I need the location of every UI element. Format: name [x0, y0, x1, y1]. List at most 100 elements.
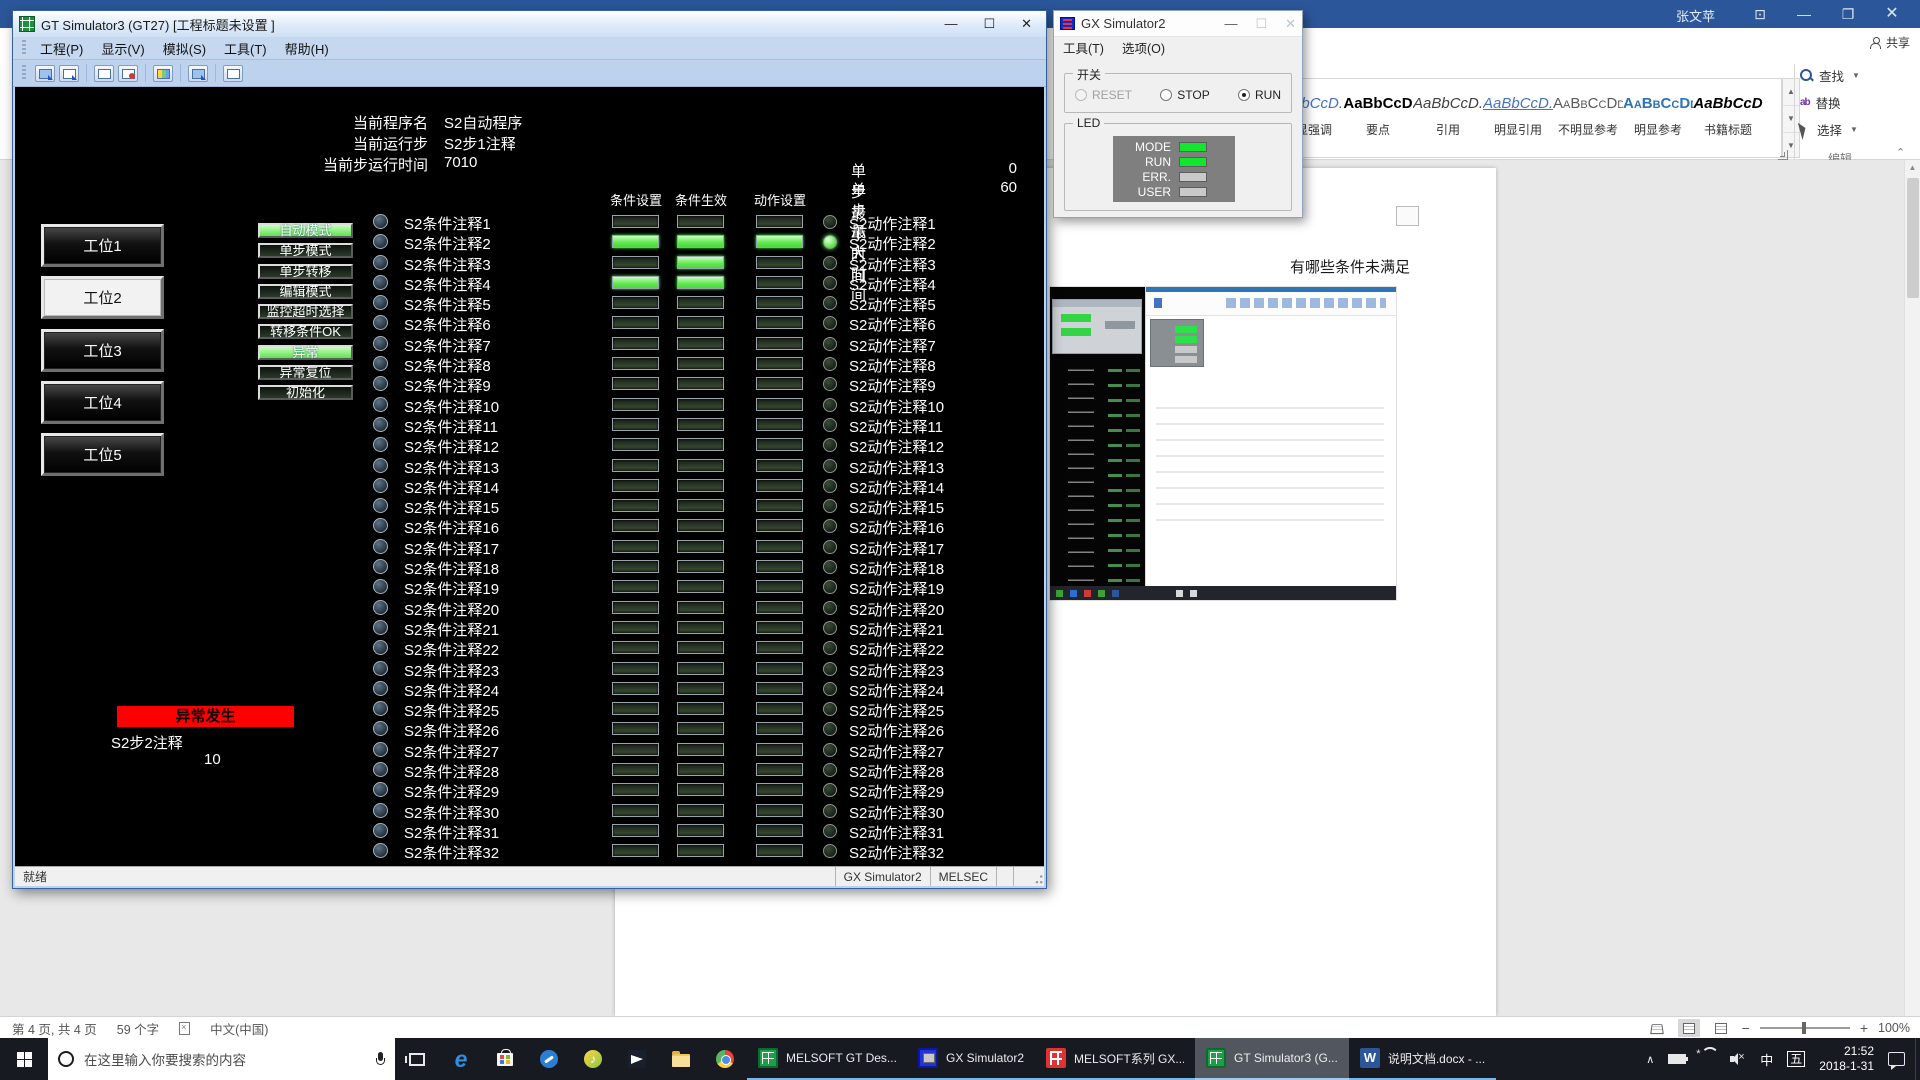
style-gallery-item[interactable]: AaBbCcDd 不明显参考	[1553, 79, 1623, 157]
gt-window-title: GT Simulator3 (GT27) [工程标题未设置 ]	[41, 15, 944, 34]
zoom-out-button[interactable]: −	[1742, 1020, 1750, 1036]
action-set-lamp	[756, 459, 803, 472]
gx-menu-item[interactable]: 工具(T)	[1054, 38, 1113, 57]
scrollbar-thumb[interactable]	[1907, 178, 1919, 298]
condition-row: S2条件注释14 S2动作注释14	[15, 476, 1044, 496]
gallery-down-icon[interactable]: ▼	[1783, 106, 1799, 133]
condition-set-lamp	[612, 783, 659, 796]
taskbar-app-button[interactable]: MELSOFT系列 GX...	[1035, 1038, 1195, 1080]
style-gallery-item[interactable]: AaBbCcD 书籍标题	[1693, 79, 1763, 157]
transfer-icon[interactable]	[188, 65, 208, 82]
tray-chevron-icon[interactable]: ∧	[1646, 1053, 1654, 1066]
device-monitor-icon[interactable]	[153, 65, 173, 82]
word-restore-button[interactable]: ❐	[1828, 0, 1868, 28]
style-sample: AaBbCcD	[1343, 91, 1413, 121]
taskbar-app-button[interactable]: GT Simulator3 (G...	[1195, 1038, 1349, 1080]
share-button[interactable]: 共享	[1870, 34, 1910, 51]
battery-icon[interactable]	[1668, 1054, 1686, 1064]
volume-muted-icon[interactable]	[1730, 1053, 1746, 1065]
gx-titlebar[interactable]: GX Simulator2 — ☐ ✕	[1054, 11, 1302, 37]
gx-minimize-button[interactable]: —	[1224, 16, 1237, 32]
style-gallery-item[interactable]: AaBbCcD. 明显引用	[1483, 79, 1553, 157]
gt-menu-item[interactable]: 帮助(H)	[276, 39, 338, 58]
taskbar-search-box[interactable]: 在这里输入你要搜索的内容	[48, 1038, 395, 1080]
gt-menu-item[interactable]: 工程(P)	[31, 39, 92, 58]
taskbar-app-button[interactable]: MELSOFT GT Des...	[747, 1038, 907, 1080]
gt-maximize-button[interactable]: ☐	[983, 16, 995, 32]
gx-close-button[interactable]: ✕	[1285, 16, 1296, 32]
condition-comment-label: S2条件注释29	[404, 781, 499, 802]
condition-comment-label: S2条件注释7	[404, 335, 491, 356]
page-indicator[interactable]: 第 4 页, 共 4 页	[12, 1019, 97, 1038]
action-output-lamp	[823, 316, 837, 330]
style-gallery-item[interactable]: AaBbCcD 要点	[1343, 79, 1413, 157]
file-explorer-button[interactable]	[659, 1038, 703, 1080]
read-mode-icon[interactable]	[1646, 1019, 1668, 1037]
gallery-up-icon[interactable]: ▲	[1783, 79, 1799, 106]
word-minimize-button[interactable]: —	[1784, 0, 1824, 28]
taskbar-clock[interactable]: 21:52 2018-1-31	[1819, 1044, 1874, 1074]
ime-indicator[interactable]: 中	[1760, 1050, 1773, 1069]
switch-radio[interactable]: RUN	[1238, 88, 1281, 102]
gx-menu-item[interactable]: 选项(O)	[1113, 38, 1174, 57]
word-count[interactable]: 59 个字	[117, 1019, 159, 1038]
led-lamp	[1179, 157, 1207, 167]
show-desktop-button[interactable]	[1915, 1038, 1920, 1080]
style-gallery-item[interactable]: AaBbCcDd 明显参考	[1623, 79, 1693, 157]
edge-button[interactable]: e	[439, 1038, 483, 1080]
styles-dialog-launcher-icon[interactable]	[1778, 150, 1788, 160]
task-view-button[interactable]	[395, 1038, 439, 1080]
ribbon-display-options-icon[interactable]: ⊡	[1740, 0, 1780, 28]
music-app-button[interactable]: ♪	[571, 1038, 615, 1080]
open-project-icon[interactable]	[35, 65, 55, 82]
collapse-ribbon-icon[interactable]: ⌃	[1896, 146, 1905, 159]
document-scrollbar[interactable]: ▲	[1904, 160, 1920, 1016]
taskbar-app-button[interactable]: GX Simulator2	[907, 1038, 1035, 1080]
gt-titlebar[interactable]: GT Simulator3 (GT27) [工程标题未设置 ] — ☐ ✕	[13, 11, 1046, 37]
action-center-icon[interactable]	[1888, 1052, 1905, 1066]
wifi-icon[interactable]	[1700, 1053, 1716, 1065]
zoom-slider[interactable]	[1760, 1027, 1850, 1029]
open-recent-icon[interactable]	[59, 65, 79, 82]
style-gallery-item[interactable]: AaBbCcD. 引用	[1413, 79, 1483, 157]
word-close-button[interactable]: ✕	[1872, 0, 1912, 28]
gt-close-button[interactable]: ✕	[1021, 16, 1032, 32]
gt-minimize-button[interactable]: —	[944, 16, 957, 32]
zoom-in-button[interactable]: +	[1860, 1020, 1868, 1036]
find-button[interactable]: 查找 ▼	[1800, 62, 1896, 89]
condition-indicator-lamp	[373, 498, 388, 513]
zoom-slider-thumb[interactable]	[1802, 1022, 1806, 1034]
action-output-lamp	[823, 804, 837, 818]
action-set-lamp	[756, 398, 803, 411]
web-layout-icon[interactable]	[1710, 1019, 1732, 1037]
condition-valid-lamp	[677, 844, 724, 857]
microphone-icon[interactable]	[376, 1052, 385, 1067]
switch-radio[interactable]: RESET	[1075, 88, 1132, 102]
screen-preview-icon[interactable]	[223, 65, 243, 82]
zoom-level[interactable]: 100%	[1878, 1021, 1910, 1035]
gt-menu-item[interactable]: 工具(T)	[215, 39, 276, 58]
switch-radio[interactable]: STOP	[1160, 88, 1209, 102]
select-button[interactable]: 选择 ▼	[1800, 116, 1896, 143]
store-button[interactable]	[483, 1038, 527, 1080]
gt-menu-item[interactable]: 模拟(S)	[154, 39, 215, 58]
embedded-screenshot[interactable]	[1050, 287, 1396, 600]
language-indicator[interactable]: 中文(中国)	[210, 1019, 268, 1038]
resize-grip[interactable]	[1030, 867, 1044, 886]
start-button[interactable]	[0, 1038, 48, 1080]
proofing-status-icon[interactable]	[179, 1022, 190, 1035]
monitor-stop-icon[interactable]	[118, 65, 138, 82]
scrollbar-up-icon[interactable]: ▲	[1905, 160, 1920, 176]
gt-menu-item[interactable]: 显示(V)	[92, 39, 153, 58]
info-value: S2自动程序	[444, 112, 522, 133]
action-comment-label: S2动作注释16	[849, 517, 944, 538]
print-layout-icon[interactable]	[1678, 1019, 1700, 1037]
mail-app-button[interactable]	[615, 1038, 659, 1080]
monitor-start-icon[interactable]	[94, 65, 114, 82]
action-set-lamp	[756, 357, 803, 370]
ime-mode-indicator[interactable]: 五	[1787, 1051, 1805, 1067]
blue-app-button[interactable]	[527, 1038, 571, 1080]
taskbar-app-button[interactable]: 说明文档.docx - ...	[1349, 1038, 1496, 1080]
chrome-button[interactable]	[703, 1038, 747, 1080]
replace-button[interactable]: ab 替换	[1800, 89, 1896, 116]
